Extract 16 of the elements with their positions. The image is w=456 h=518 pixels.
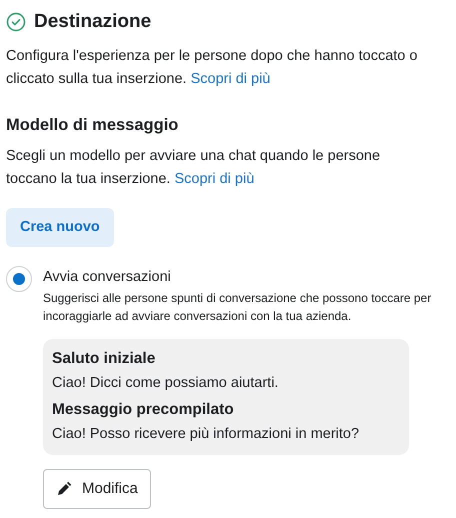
description-text: Configura l'esperienza per le persone dopo che hanno toccato o cliccato sulla tua inserzione. Scopri di più [6, 46, 418, 88]
card-text: Ciao! Dicci come possiamo aiutarti. [52, 374, 280, 394]
create-button[interactable]: Crea nuovo [6, 208, 114, 248]
pencil-icon [56, 481, 72, 498]
learn-more-link[interactable]: Scopri di più [174, 171, 254, 188]
edit-button[interactable]: Modifica [43, 469, 151, 510]
section-title: Destinazione [34, 10, 152, 34]
radio-button[interactable] [6, 266, 32, 292]
option-label: Avvia conversazioni [43, 268, 172, 288]
section-heading: Modello di messaggio [6, 114, 180, 136]
description-text: Scegli un modello per avviare una chat quando le persone toccano la tua inserzione. Scopri di più [6, 147, 382, 190]
option-description: Suggerisci alle persone spunti di conversazione che possono toccare per incoraggiarle ad avviare conversazioni con la tua azienda. [43, 290, 432, 326]
card-heading: Messaggio precompilato [52, 400, 235, 420]
card-heading: Saluto iniziale [52, 349, 156, 370]
card-text: Ciao! Posso ricevere più informazioni in merito? [52, 425, 360, 444]
learn-more-link[interactable]: Scopri di più [190, 70, 270, 86]
